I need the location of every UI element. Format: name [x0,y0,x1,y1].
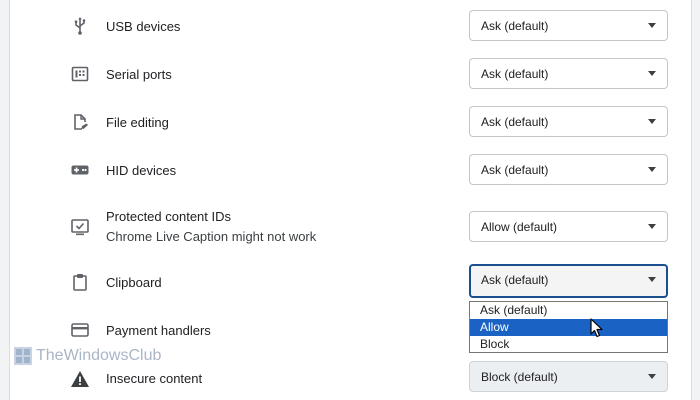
dropdown-option-ask[interactable]: Ask (default) [470,302,667,319]
permission-select-clipboard[interactable]: Ask (default) [469,264,668,298]
dropdown-option-allow[interactable]: Allow [470,319,667,336]
select-value: Block (default) [481,370,558,384]
permission-row-serial: Serial ports Ask (default) [10,52,691,100]
select-value: Ask (default) [481,163,549,177]
select-value: Allow (default) [481,220,558,234]
permission-select-serial[interactable]: Ask (default) [469,58,668,89]
site-settings-panel: USB devices Ask (default) Serial ports A… [9,0,692,400]
permission-label-file-editing: File editing [106,115,169,130]
file-edit-icon [69,111,91,133]
permission-label-insecure-content: Insecure content [106,371,203,386]
watermark: TheWindowsClub [14,347,161,365]
permission-label-usb: USB devices [106,19,181,34]
usb-icon [69,15,91,37]
permission-select-hid[interactable]: Ask (default) [469,154,668,185]
chevron-down-icon [648,71,656,76]
chevron-down-icon [648,224,656,229]
permission-select-usb[interactable]: Ask (default) [469,10,668,41]
serial-port-icon [69,63,91,85]
permission-row-file-editing: File editing Ask (default) [10,100,691,148]
select-value: Ask (default) [481,19,549,33]
permission-sublabel-protected-content: Chrome Live Caption might not work [106,229,317,244]
watermark-text: TheWindowsClub [36,347,162,364]
permission-label-serial: Serial ports [106,67,172,82]
select-value: Ask (default) [481,115,549,129]
permission-label-protected-content: Protected content IDs [106,209,232,224]
mouse-cursor-icon [590,318,603,338]
permission-row-usb: USB devices Ask (default) [10,0,691,52]
warning-icon [69,368,91,390]
windows-club-logo-icon [14,347,32,365]
gamepad-icon [69,159,91,181]
dropdown-option-block[interactable]: Block [470,336,667,353]
protected-content-icon [69,216,91,238]
clipboard-dropdown-list: Ask (default) Allow Block [469,301,668,353]
credit-card-icon [69,319,91,341]
permission-label-payment-handlers: Payment handlers [106,323,211,338]
chevron-down-icon [648,167,656,172]
permission-select-file-editing[interactable]: Ask (default) [469,106,668,137]
chevron-down-icon [648,374,656,379]
select-value: Ask (default) [481,273,549,287]
select-value: Ask (default) [481,67,549,81]
chevron-down-icon [648,23,656,28]
permission-row-hid: HID devices Ask (default) [10,148,691,196]
permission-label-clipboard: Clipboard [106,275,162,290]
chevron-down-icon [648,277,656,282]
chevron-down-icon [648,119,656,124]
permission-row-protected-content: Protected content IDs Chrome Live Captio… [10,196,691,258]
permission-select-protected-content[interactable]: Allow (default) [469,211,668,242]
clipboard-icon [69,271,91,293]
permission-select-insecure-content[interactable]: Block (default) [469,361,668,392]
permission-label-hid: HID devices [106,163,177,178]
